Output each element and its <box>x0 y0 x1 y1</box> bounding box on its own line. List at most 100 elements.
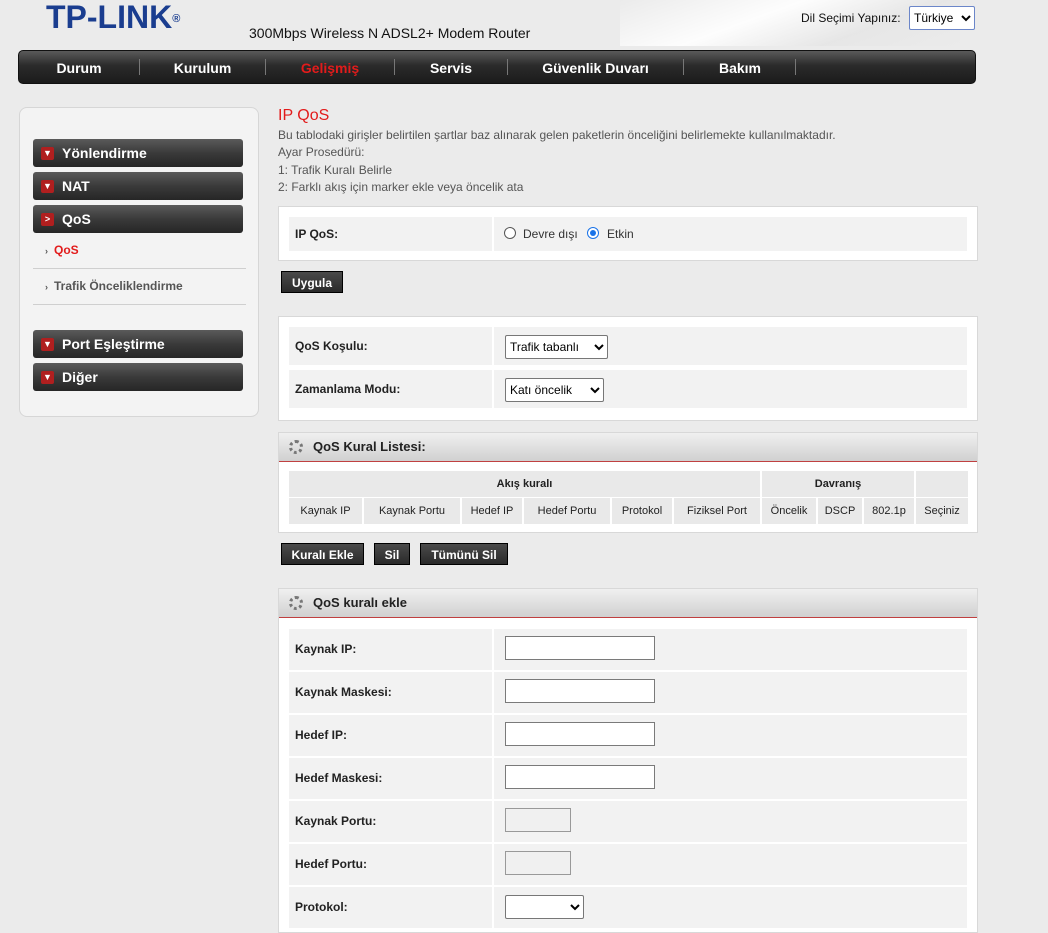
qos-condition-select[interactable]: Trafik tabanlı <box>505 335 608 359</box>
apply-button[interactable]: Uygula <box>281 271 343 293</box>
radio-etkin-label: Etkin <box>607 227 634 241</box>
chevron-down-icon: ▼ <box>41 338 54 351</box>
nav-servis[interactable]: Servis <box>395 51 507 83</box>
col-protokol: Protokol <box>612 498 672 524</box>
sidebar-item-qos[interactable]: > QoS <box>33 205 243 233</box>
main-nav: Durum Kurulum Gelişmiş Servis Güvenlik D… <box>18 50 976 84</box>
rule-list-title: QoS Kural Listesi: <box>313 439 426 454</box>
arrow-icon: › <box>45 282 48 292</box>
tp-link-logo: TP-LINK® <box>46 0 181 35</box>
source-port-input[interactable] <box>505 808 571 832</box>
field-row: Kaynak Portu: <box>289 801 967 842</box>
col-hedef-portu: Hedef Portu <box>524 498 610 524</box>
gear-icon <box>289 440 303 454</box>
nav-bakim[interactable]: Bakım <box>684 51 796 83</box>
source-ip-input[interactable] <box>505 636 655 660</box>
col-kaynak-portu: Kaynak Portu <box>364 498 460 524</box>
col-oncelik: Öncelik <box>762 498 816 524</box>
divider <box>33 268 246 269</box>
source-mask-label: Kaynak Maskesi: <box>295 685 392 699</box>
row-separator <box>492 672 494 713</box>
ipqos-panel: IP QoS: Devre dışı Etkin <box>278 206 978 261</box>
model-name: 300Mbps Wireless N ADSL2+ Modem Router <box>249 25 531 41</box>
nav-guvenlik-duvari[interactable]: Güvenlik Duvarı <box>508 51 683 83</box>
row-separator <box>492 217 494 251</box>
dest-port-input[interactable] <box>505 851 571 875</box>
add-rule-button[interactable]: Kuralı Ekle <box>281 543 364 565</box>
col-hedef-ip: Hedef IP <box>462 498 522 524</box>
divider <box>33 304 246 305</box>
flow-rule-group-header: Akış kuralı <box>289 471 760 497</box>
add-rule-header: QoS kuralı ekle <box>279 589 977 618</box>
dest-ip-label: Hedef IP: <box>295 728 348 742</box>
delete-all-button[interactable]: Tümünü Sil <box>420 543 508 565</box>
empty-header-cell <box>916 471 968 497</box>
page-title: IP QoS <box>278 107 330 124</box>
behavior-group-header: Davranış <box>762 471 914 497</box>
rule-list-panel: QoS Kural Listesi: Akış kuralı Davranış … <box>278 432 978 533</box>
protocol-select[interactable] <box>505 895 584 919</box>
field-row: Hedef IP: <box>289 715 967 756</box>
qos-condition-label: QoS Koşulu: <box>295 339 368 353</box>
source-port-label: Kaynak Portu: <box>295 814 377 828</box>
schedule-mode-select[interactable]: Katı öncelik <box>505 378 604 402</box>
nav-gelismis[interactable]: Gelişmiş <box>266 51 394 83</box>
dest-mask-input[interactable] <box>505 765 655 789</box>
radio-etkin[interactable] <box>587 227 599 239</box>
ipqos-row: IP QoS: Devre dışı Etkin <box>289 217 967 251</box>
add-rule-panel: QoS kuralı ekle Kaynak IP: Kaynak Maskes… <box>278 588 978 933</box>
sidebar-item-nat[interactable]: ▼ NAT <box>33 172 243 200</box>
sidebar-item-port-eslestirme[interactable]: ▼ Port Eşleştirme <box>33 330 243 358</box>
field-row: Hedef Portu: <box>289 844 967 885</box>
sidebar-item-yonlendirme[interactable]: ▼ Yönlendirme <box>33 139 243 167</box>
dest-mask-label: Hedef Maskesi: <box>295 771 383 785</box>
col-kaynak-ip: Kaynak IP <box>289 498 362 524</box>
page-description: Bu tablodaki girişler belirtilen şartlar… <box>278 128 836 142</box>
add-rule-title: QoS kuralı ekle <box>313 595 407 610</box>
sidebar-sub-trafik[interactable]: › Trafik Önceliklendirme <box>45 279 183 293</box>
nav-durum[interactable]: Durum <box>19 51 139 83</box>
delete-button[interactable]: Sil <box>374 543 410 565</box>
nav-separator <box>795 59 796 75</box>
row-separator <box>492 327 494 365</box>
radio-devre-disi[interactable] <box>504 227 516 239</box>
row-separator <box>492 844 494 885</box>
language-label: Dil Seçimi Yapınız: <box>801 11 901 25</box>
qos-settings-panel: QoS Koşulu: Trafik tabanlı Zamanlama Mod… <box>278 316 978 421</box>
row-separator <box>492 758 494 799</box>
sidebar-sub-qos[interactable]: › QoS <box>45 243 79 257</box>
sidebar-item-diger[interactable]: ▼ Diğer <box>33 363 243 391</box>
ipqos-label: IP QoS: <box>295 227 339 241</box>
field-row: Protokol: <box>289 887 967 928</box>
procedure-step-2: 2: Farklı akış için marker ekle veya önc… <box>278 180 524 194</box>
dest-port-label: Hedef Portu: <box>295 857 367 871</box>
radio-devre-disi-label: Devre dışı <box>523 227 578 241</box>
row-separator <box>492 715 494 756</box>
qos-condition-row: QoS Koşulu: Trafik tabanlı <box>289 327 967 365</box>
source-ip-label: Kaynak IP: <box>295 642 357 656</box>
protocol-label: Protokol: <box>295 900 348 914</box>
col-seciniz: Seçiniz <box>916 498 968 524</box>
dest-ip-input[interactable] <box>505 722 655 746</box>
gear-icon <box>289 596 303 610</box>
schedule-mode-label: Zamanlama Modu: <box>295 382 401 396</box>
chevron-down-icon: ▼ <box>41 371 54 384</box>
field-row: Kaynak IP: <box>289 629 967 670</box>
row-separator <box>492 887 494 928</box>
row-separator <box>492 801 494 842</box>
language-select[interactable]: Türkiye <box>909 6 975 30</box>
nav-kurulum[interactable]: Kurulum <box>140 51 265 83</box>
procedure-step-1: 1: Trafik Kuralı Belirle <box>278 163 393 177</box>
rule-list-header: QoS Kural Listesi: <box>279 433 977 462</box>
chevron-right-icon: > <box>41 213 54 226</box>
row-separator <box>492 370 494 408</box>
source-mask-input[interactable] <box>505 679 655 703</box>
col-dscp: DSCP <box>818 498 862 524</box>
col-fiziksel-port: Fiziksel Port <box>674 498 760 524</box>
chevron-down-icon: ▼ <box>41 147 54 160</box>
chevron-down-icon: ▼ <box>41 180 54 193</box>
field-row: Kaynak Maskesi: <box>289 672 967 713</box>
col-8021p: 802.1p <box>864 498 914 524</box>
field-row: Hedef Maskesi: <box>289 758 967 799</box>
schedule-mode-row: Zamanlama Modu: Katı öncelik <box>289 370 967 408</box>
